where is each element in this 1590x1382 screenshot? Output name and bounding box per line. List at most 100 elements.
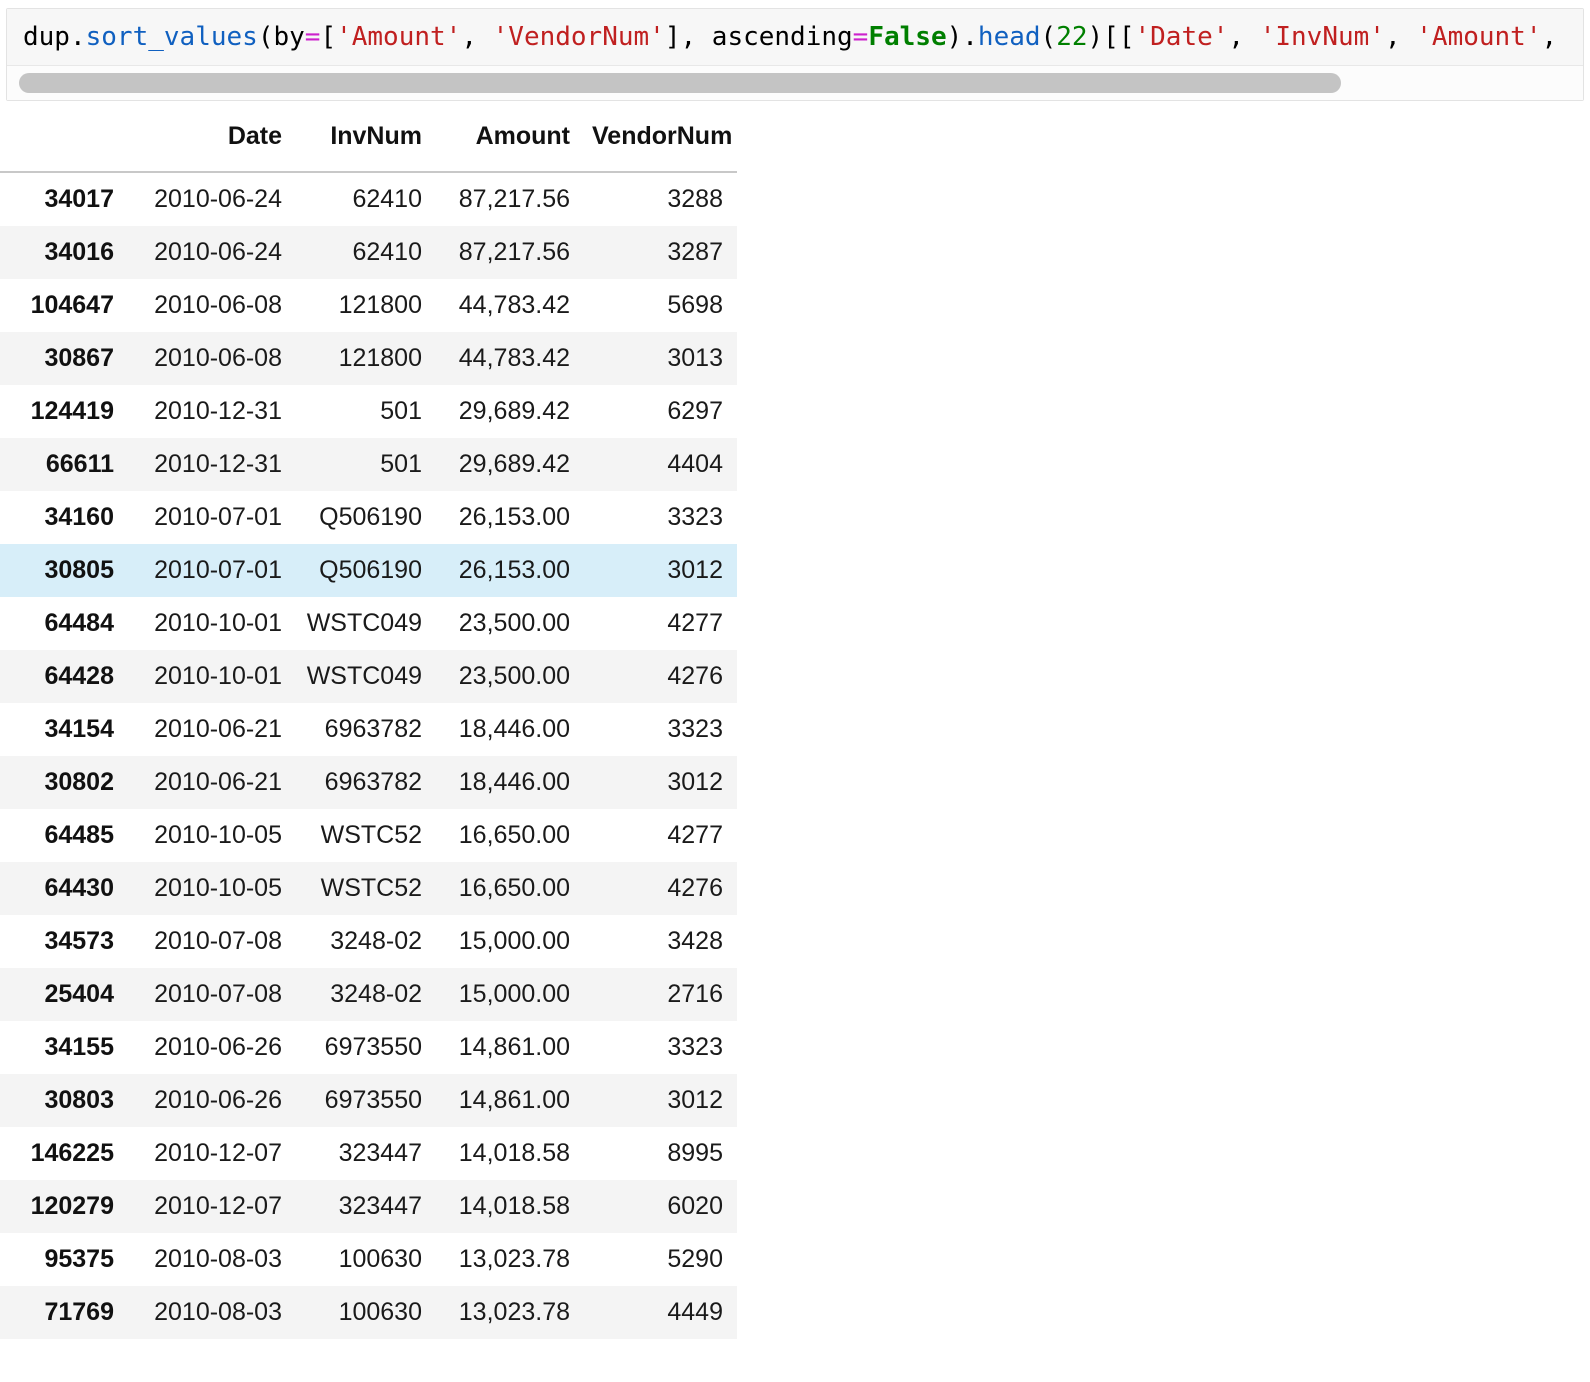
- cell-vendornum: 3323: [667, 1033, 723, 1061]
- cell-invnum: Q506190: [319, 503, 422, 531]
- row-index-cell: 146225: [30, 1139, 114, 1167]
- cell-invnum: 3248-02: [330, 927, 422, 955]
- table-row[interactable]: 64428 2010-10-01 WSTC049 23,500.00 4276: [0, 650, 737, 703]
- table-row[interactable]: 30802 2010-06-21 6963782 18,446.00 3012: [0, 756, 737, 809]
- code-token-fn: sort_values: [85, 22, 258, 52]
- table-row[interactable]: 34017 2010-06-24 62410 87,217.56 3288: [0, 172, 737, 226]
- table-row[interactable]: 34155 2010-06-26 6973550 14,861.00 3323: [0, 1021, 737, 1074]
- table-row[interactable]: 124419 2010-12-31 501 29,689.42 6297: [0, 385, 737, 438]
- table-row[interactable]: 30867 2010-06-08 121800 44,783.42 3013: [0, 332, 737, 385]
- table-row[interactable]: 30803 2010-06-26 6973550 14,861.00 3012: [0, 1074, 737, 1127]
- cell-vendornum: 4277: [667, 821, 723, 849]
- table-row[interactable]: 146225 2010-12-07 323447 14,018.58 8995: [0, 1127, 737, 1180]
- cell-date: 2010-06-24: [154, 238, 282, 266]
- cell-invnum: 323447: [338, 1192, 422, 1220]
- cell-amount: 23,500.00: [458, 609, 570, 637]
- cell-vendornum: 3428: [667, 927, 723, 955]
- row-index-cell: 25404: [44, 980, 114, 1008]
- row-index-cell: 34154: [44, 715, 114, 743]
- code-token-punct: .: [69, 22, 86, 52]
- code-token-punct: ).: [946, 22, 978, 52]
- horizontal-scrollbar-thumb[interactable]: [19, 73, 1341, 93]
- cell-amount: 16,650.00: [458, 874, 570, 902]
- cell-date: 2010-12-07: [154, 1192, 282, 1220]
- table-row[interactable]: 66611 2010-12-31 501 29,689.42 4404: [0, 438, 737, 491]
- table-row[interactable]: 64430 2010-10-05 WSTC52 16,650.00 4276: [0, 862, 737, 915]
- code-token-punct: ,: [461, 22, 493, 52]
- cell-amount: 14,018.58: [458, 1139, 570, 1167]
- code-token-name: dup: [23, 22, 70, 52]
- table-row[interactable]: 30805 2010-07-01 Q506190 26,153.00 3012: [0, 544, 737, 597]
- cell-vendornum: 3288: [667, 185, 723, 213]
- cell-amount: 26,153.00: [458, 503, 570, 531]
- row-index-cell: 34160: [44, 503, 114, 531]
- table-row[interactable]: 64484 2010-10-01 WSTC049 23,500.00 4277: [0, 597, 737, 650]
- code-token-fn: head: [977, 22, 1041, 52]
- cell-date: 2010-06-26: [154, 1086, 282, 1114]
- cell-amount: 14,861.00: [458, 1086, 570, 1114]
- code-token-str: 'VendorNum': [492, 22, 665, 52]
- cell-date: 2010-10-01: [154, 609, 282, 637]
- cell-vendornum: 4277: [667, 609, 723, 637]
- code-input-cell[interactable]: dup.sort_values(by=['Amount', 'VendorNum…: [6, 8, 1584, 101]
- table-row[interactable]: 34160 2010-07-01 Q506190 26,153.00 3323: [0, 491, 737, 544]
- cell-vendornum: 5290: [667, 1245, 723, 1273]
- table-row[interactable]: 120279 2010-12-07 323447 14,018.58 6020: [0, 1180, 737, 1233]
- code-token-punct: (by: [257, 22, 305, 52]
- cell-invnum: 323447: [338, 1139, 422, 1167]
- table-row[interactable]: 104647 2010-06-08 121800 44,783.42 5698: [0, 279, 737, 332]
- column-header-date: Date: [128, 107, 296, 173]
- code-token-str: 'Date': [1134, 22, 1229, 52]
- table-row[interactable]: 71769 2010-08-03 100630 13,023.78 4449: [0, 1286, 737, 1339]
- cell-date: 2010-08-03: [154, 1245, 282, 1273]
- code-token-punct: ,: [1384, 22, 1417, 52]
- table-row[interactable]: 25404 2010-07-08 3248-02 15,000.00 2716: [0, 968, 737, 1021]
- code-token-str: 'Amount': [336, 22, 462, 52]
- cell-date: 2010-07-08: [154, 927, 282, 955]
- code-token-bool: False: [868, 22, 947, 52]
- cell-date: 2010-12-31: [154, 450, 282, 478]
- cell-amount: 14,018.58: [458, 1192, 570, 1220]
- cell-vendornum: 3287: [667, 238, 723, 266]
- horizontal-scrollbar-track[interactable]: [7, 66, 1583, 100]
- cell-vendornum: 2716: [667, 980, 723, 1008]
- cell-amount: 14,861.00: [458, 1033, 570, 1061]
- code-token-punct: ], ascending: [664, 22, 853, 52]
- index-column-header: [0, 107, 128, 173]
- table-row[interactable]: 64485 2010-10-05 WSTC52 16,650.00 4277: [0, 809, 737, 862]
- cell-date: 2010-10-05: [154, 821, 282, 849]
- code-line-scroll-viewport[interactable]: dup.sort_values(by=['Amount', 'VendorNum…: [7, 9, 1583, 66]
- code-token-num: 22: [1056, 22, 1088, 52]
- cell-vendornum: 3012: [667, 768, 723, 796]
- row-index-cell: 30803: [44, 1086, 114, 1114]
- cell-amount: 15,000.00: [458, 927, 570, 955]
- row-index-cell: 30805: [44, 556, 114, 584]
- cell-amount: 15,000.00: [458, 980, 570, 1008]
- cell-invnum: 62410: [352, 238, 422, 266]
- table-row[interactable]: 34154 2010-06-21 6963782 18,446.00 3323: [0, 703, 737, 756]
- row-index-cell: 34016: [44, 238, 114, 266]
- table-row[interactable]: 34573 2010-07-08 3248-02 15,000.00 3428: [0, 915, 737, 968]
- cell-amount: 18,446.00: [458, 715, 570, 743]
- cell-date: 2010-12-07: [154, 1139, 282, 1167]
- cell-invnum: 121800: [338, 344, 422, 372]
- header-row: Date InvNum Amount VendorNum: [0, 107, 737, 173]
- table-row[interactable]: 95375 2010-08-03 100630 13,023.78 5290: [0, 1233, 737, 1286]
- cell-amount: 87,217.56: [458, 238, 570, 266]
- cell-invnum: 501: [380, 397, 422, 425]
- cell-amount: 18,446.00: [458, 768, 570, 796]
- cell-date: 2010-07-01: [154, 556, 282, 584]
- code-source-line[interactable]: dup.sort_values(by=['Amount', 'VendorNum…: [23, 9, 1557, 65]
- code-token-punct: [: [320, 22, 337, 52]
- row-index-cell: 34573: [44, 927, 114, 955]
- cell-date: 2010-06-26: [154, 1033, 282, 1061]
- cell-date: 2010-10-01: [154, 662, 282, 690]
- cell-amount: 44,783.42: [458, 344, 570, 372]
- table-row[interactable]: 34016 2010-06-24 62410 87,217.56 3287: [0, 226, 737, 279]
- code-token-str: 'InvNum': [1259, 22, 1385, 52]
- row-index-cell: 95375: [44, 1245, 114, 1273]
- row-index-cell: 104647: [30, 291, 114, 319]
- row-index-cell: 34155: [44, 1033, 114, 1061]
- cell-vendornum: 4276: [667, 874, 723, 902]
- row-index-cell: 66611: [45, 450, 114, 478]
